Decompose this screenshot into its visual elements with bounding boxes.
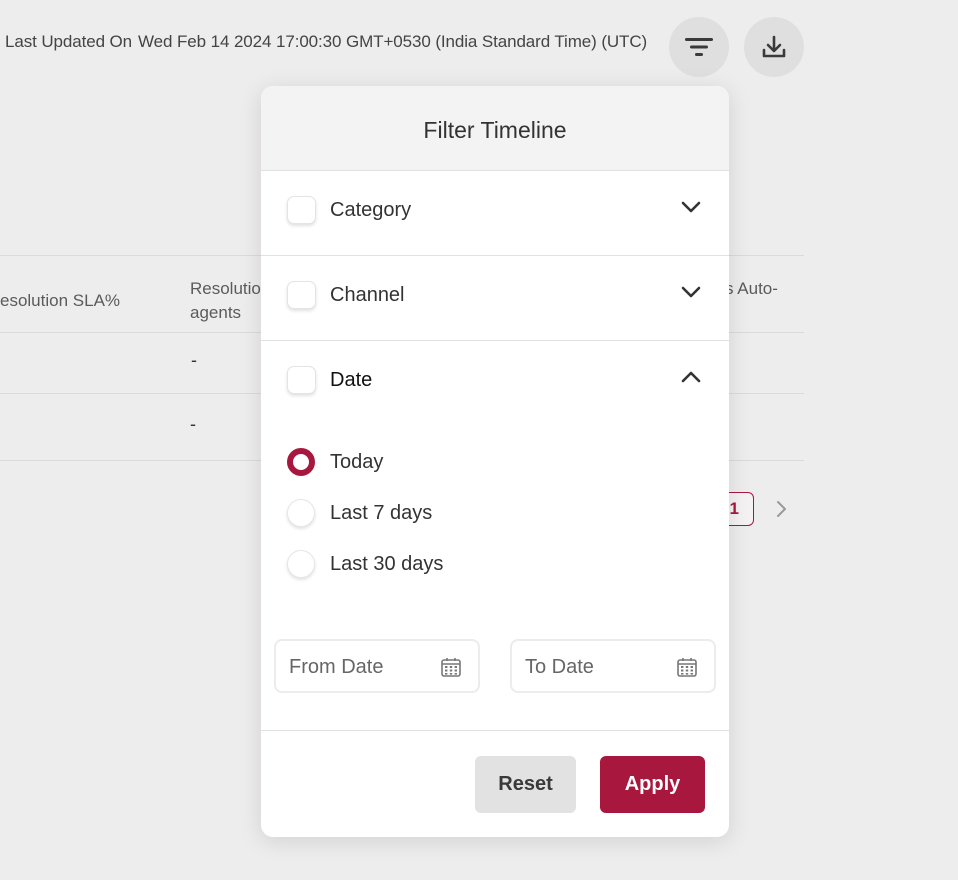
radio-last-7-days[interactable] xyxy=(287,499,315,527)
date-option-label: Last 30 days xyxy=(330,552,444,575)
date-option-last-30-days[interactable]: Last 30 days xyxy=(287,549,443,579)
to-date-field[interactable]: To Date xyxy=(510,639,716,693)
channel-label: Channel xyxy=(330,284,405,306)
chevron-right-icon[interactable] xyxy=(776,499,788,519)
date-option-today[interactable]: Today xyxy=(287,447,383,477)
table-header-resolution-agents: Resolutio agents xyxy=(190,277,261,325)
category-checkbox[interactable] xyxy=(287,196,316,224)
table-header-line-1: Resolutio xyxy=(190,279,261,298)
download-icon xyxy=(762,35,786,58)
filter-section-category[interactable]: Category xyxy=(261,171,729,256)
chevron-up-icon[interactable] xyxy=(680,370,702,384)
date-option-last-7-days[interactable]: Last 7 days xyxy=(287,498,432,528)
date-option-label: Last 7 days xyxy=(330,501,433,524)
filter-icon xyxy=(685,38,713,56)
table-header-line-2: agents xyxy=(190,303,242,322)
calendar-icon[interactable] xyxy=(676,656,698,678)
last-updated-label: Last Updated On xyxy=(5,32,133,51)
table-header-resolution-sla: esolution SLA% xyxy=(0,291,121,310)
channel-checkbox[interactable] xyxy=(287,281,316,309)
date-option-label: Today xyxy=(330,450,384,473)
chevron-down-icon[interactable] xyxy=(680,200,702,214)
calendar-icon[interactable] xyxy=(440,656,462,678)
filter-section-date[interactable]: Date xyxy=(261,341,729,426)
filter-section-channel[interactable]: Channel xyxy=(261,256,729,341)
radio-today[interactable] xyxy=(287,448,315,476)
filter-button[interactable] xyxy=(669,17,729,77)
date-label: Date xyxy=(330,369,373,391)
from-date-field[interactable]: From Date xyxy=(274,639,480,693)
chevron-down-icon[interactable] xyxy=(680,285,702,299)
table-cell: - xyxy=(190,414,196,434)
last-updated-timestamp: Wed Feb 14 2024 17:00:30 GMT+0530 (India… xyxy=(138,32,648,51)
from-date-placeholder: From Date xyxy=(289,656,384,678)
last-updated-text: Last Updated On Wed Feb 14 2024 17:00:30 … xyxy=(5,32,647,52)
reset-button[interactable]: Reset xyxy=(475,756,576,813)
category-label: Category xyxy=(330,199,412,221)
date-checkbox[interactable] xyxy=(287,366,316,394)
radio-last-30-days[interactable] xyxy=(287,550,315,578)
popup-footer-divider xyxy=(261,730,729,731)
table-header-auto: s Auto- xyxy=(725,279,778,298)
filter-timeline-popup: Filter Timeline Category Channel Date To… xyxy=(261,86,729,837)
popup-title: Filter Timeline xyxy=(261,86,729,171)
download-button[interactable] xyxy=(744,17,804,77)
table-cell: - xyxy=(191,350,197,370)
to-date-placeholder: To Date xyxy=(525,656,594,678)
apply-button[interactable]: Apply xyxy=(600,756,705,813)
